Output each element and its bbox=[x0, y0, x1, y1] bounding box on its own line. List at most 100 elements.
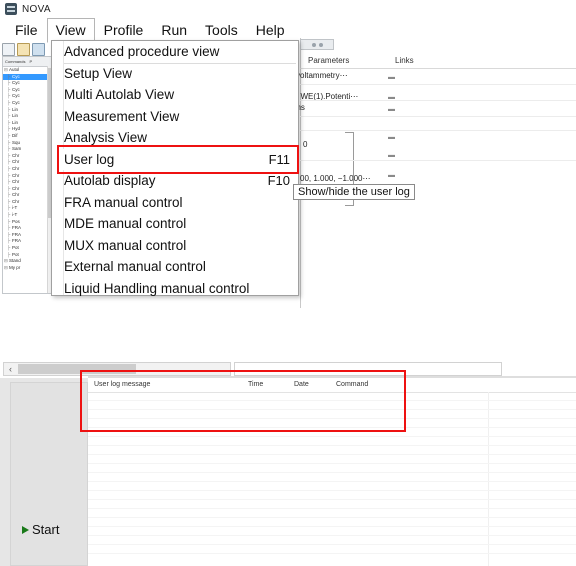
view-menu-item-label: Analysis View bbox=[64, 130, 148, 146]
view-menu-item-label: Measurement View bbox=[64, 108, 180, 124]
view-menu-item-multi-autolab-view[interactable]: Multi Autolab View bbox=[52, 84, 298, 106]
view-menu-item-shortcut: F11 bbox=[268, 151, 290, 167]
tree-item-label: Pot bbox=[12, 245, 19, 251]
user-log-row-separator bbox=[88, 526, 576, 527]
tree-item[interactable]: ├ Chr bbox=[3, 192, 53, 199]
scroll-left-arrow-icon[interactable]: ‹ bbox=[4, 363, 17, 375]
procedure-column-headers: Parameters Links bbox=[300, 55, 576, 69]
tree-item[interactable]: ├ Chr bbox=[3, 199, 53, 206]
tree-item-label: Chr bbox=[12, 172, 20, 178]
tree-item-label: i-T bbox=[12, 212, 18, 218]
tab-procedure[interactable]: P bbox=[27, 59, 34, 64]
tree-item[interactable]: ├ i-T bbox=[3, 212, 53, 219]
view-menu-item-measurement-view[interactable]: Measurement View bbox=[52, 106, 298, 128]
view-menu-item-label: User log bbox=[64, 151, 115, 167]
tree-item-label: Chr bbox=[12, 165, 20, 171]
user-log-top-divider bbox=[88, 376, 576, 378]
tree-item[interactable]: ├ Chr bbox=[3, 186, 53, 193]
run-panel bbox=[0, 378, 89, 566]
tree-item[interactable]: ├ Chr bbox=[3, 179, 53, 186]
tree-item[interactable]: ├ i-T bbox=[3, 205, 53, 212]
tree-item[interactable]: ├ Pos bbox=[3, 219, 53, 226]
tree-item[interactable]: ├ Chr bbox=[3, 173, 53, 180]
user-log-row-separator bbox=[88, 400, 576, 401]
view-menu-item-label: MUX manual control bbox=[64, 237, 187, 253]
scrollbar-track-right[interactable] bbox=[234, 362, 502, 376]
view-menu-item-label: Advanced procedure view bbox=[64, 44, 220, 60]
file-toolbar bbox=[2, 42, 54, 56]
view-menu-item-autolab-display[interactable]: Autolab display F10 bbox=[52, 170, 298, 192]
log-column-date[interactable]: Date bbox=[294, 381, 309, 388]
tree-item[interactable]: ├ Cyc bbox=[3, 93, 53, 100]
tree-item[interactable]: ├ Pot bbox=[3, 252, 53, 259]
open-folder-icon[interactable] bbox=[17, 42, 30, 56]
user-log-row-separator bbox=[88, 409, 576, 410]
links-dash-2: ▬ bbox=[388, 106, 395, 113]
tree-item-label: Cyc bbox=[12, 80, 20, 86]
tree-item[interactable]: ├ Cyc bbox=[3, 73, 53, 81]
log-column-message[interactable]: User log message bbox=[94, 381, 150, 388]
tree-item[interactable]: ├ Lin bbox=[3, 113, 53, 120]
menu-file[interactable]: File bbox=[6, 18, 47, 43]
run-panel-body bbox=[10, 382, 88, 566]
view-menu-item-fra-manual-control[interactable]: FRA manual control bbox=[52, 192, 298, 214]
tree-item[interactable]: ├ Squ bbox=[3, 140, 53, 147]
view-menu-item-advanced-procedure-view[interactable]: Advanced procedure view bbox=[52, 41, 298, 63]
tree-item-label: Squ bbox=[12, 139, 21, 145]
user-log-row-separator bbox=[88, 454, 576, 455]
user-log-row-separator bbox=[88, 490, 576, 491]
user-log-row-separator bbox=[88, 508, 576, 509]
user-log-row-separator bbox=[88, 481, 576, 482]
tree-item[interactable]: ⊟My pr bbox=[3, 265, 53, 272]
links-dash-3: ▬ bbox=[388, 134, 395, 141]
tree-item-label: Chr bbox=[12, 159, 20, 165]
view-menu-item-label: Liquid Handling manual control bbox=[64, 280, 250, 296]
tree-item[interactable]: ├ Chr bbox=[3, 166, 53, 173]
horizontal-scrollbar-thumb[interactable] bbox=[18, 364, 136, 374]
tree-item-label: Lin bbox=[12, 119, 19, 125]
tree-item-label: Sam bbox=[12, 146, 22, 152]
tree-item[interactable]: ├ Cyc bbox=[3, 80, 53, 87]
view-menu-item-setup-view[interactable]: Setup View bbox=[52, 63, 298, 85]
view-menu-item-user-log[interactable]: User log F11 bbox=[52, 148, 298, 170]
log-column-command[interactable]: Command bbox=[336, 381, 368, 388]
user-log-panel: User log message Time Date Command bbox=[88, 378, 576, 566]
tree-item[interactable]: ├ FRA bbox=[3, 225, 53, 232]
tree-item[interactable]: ├ Hyd bbox=[3, 126, 53, 133]
view-menu-item-liquid-handling-manual-control[interactable]: Liquid Handling manual control bbox=[52, 278, 298, 300]
tree-item[interactable]: ├ Sam bbox=[3, 146, 53, 153]
tree-item[interactable]: ├ Cyc bbox=[3, 87, 53, 94]
tree-item[interactable]: ⊟Autol bbox=[3, 67, 53, 74]
tree-item[interactable]: ├ FRA bbox=[3, 238, 53, 245]
user-log-row-separator bbox=[88, 544, 576, 545]
procedure-mini-toolbar[interactable] bbox=[300, 39, 334, 50]
tree-item[interactable]: ├ Chr bbox=[3, 153, 53, 160]
save-icon[interactable] bbox=[32, 42, 45, 56]
tree-item[interactable]: ├ Lin bbox=[3, 107, 53, 114]
tree-item-label: Lin bbox=[12, 106, 19, 112]
view-menu-item-external-manual-control[interactable]: External manual control bbox=[52, 256, 298, 278]
play-icon bbox=[22, 525, 29, 534]
view-menu-item-mux-manual-control[interactable]: MUX manual control bbox=[52, 235, 298, 257]
view-menu-item-label: Setup View bbox=[64, 65, 133, 81]
tree-item[interactable]: ├ Lin bbox=[3, 120, 53, 127]
view-menu-item-mde-manual-control[interactable]: MDE manual control bbox=[52, 213, 298, 235]
window-title: NOVA bbox=[22, 3, 51, 15]
column-parameters: Parameters bbox=[308, 56, 350, 65]
start-button[interactable]: Start bbox=[22, 522, 59, 537]
tree-item[interactable]: ├ Pot bbox=[3, 245, 53, 252]
log-column-time[interactable]: Time bbox=[248, 381, 263, 388]
tree-item[interactable]: ├ Cyc bbox=[3, 100, 53, 107]
tree-item[interactable]: ├ Dif bbox=[3, 133, 53, 140]
tree-item-label: FRA bbox=[12, 225, 21, 231]
tab-commands[interactable]: Commands bbox=[3, 59, 27, 64]
tree-item[interactable]: ⊟Stand bbox=[3, 258, 53, 265]
user-log-column-headers: User log message Time Date Command bbox=[88, 378, 576, 393]
horizontal-scrollbar[interactable]: ‹ bbox=[3, 362, 231, 376]
user-log-row-separator bbox=[88, 499, 576, 500]
user-log-row-separator bbox=[88, 535, 576, 536]
new-document-icon[interactable] bbox=[2, 42, 15, 56]
tree-item[interactable]: ├ Chr bbox=[3, 159, 53, 166]
tree-item[interactable]: ├ FRA bbox=[3, 232, 53, 239]
view-menu-item-analysis-view[interactable]: Analysis View bbox=[52, 127, 298, 149]
